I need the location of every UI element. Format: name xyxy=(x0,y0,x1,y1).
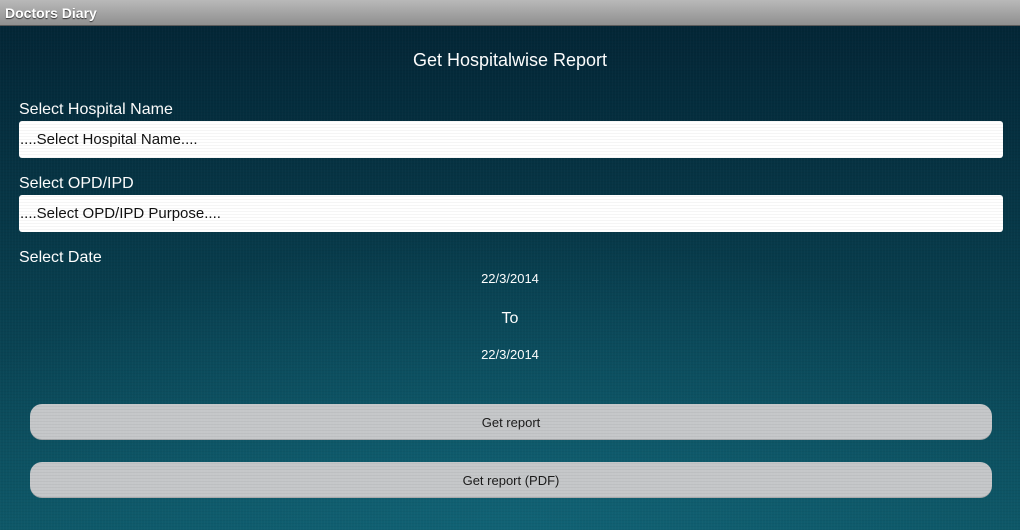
opd-ipd-select-value: ....Select OPD/IPD Purpose.... xyxy=(20,205,221,222)
app-title: Doctors Diary xyxy=(5,5,97,21)
hospital-label: Select Hospital Name xyxy=(19,101,173,118)
date-label: Select Date xyxy=(19,249,102,266)
opd-ipd-label: Select OPD/IPD xyxy=(19,175,134,192)
title-bar: Doctors Diary xyxy=(0,0,1020,26)
get-report-pdf-button[interactable]: Get report (PDF) xyxy=(30,462,992,498)
get-report-button[interactable]: Get report xyxy=(30,404,992,440)
page-title: Get Hospitalwise Report xyxy=(412,50,608,70)
hospital-select[interactable]: ....Select Hospital Name.... xyxy=(19,121,1003,158)
from-date[interactable]: 22/3/2014 xyxy=(0,271,1020,286)
date-separator: To xyxy=(501,310,519,327)
app-window: Doctors Diary Get Hospitalwise Report Se… xyxy=(0,0,1020,530)
hospital-select-value: ....Select Hospital Name.... xyxy=(20,131,198,148)
to-date[interactable]: 22/3/2014 xyxy=(0,347,1020,362)
report-form: Get Hospitalwise Report Select Hospital … xyxy=(0,26,1020,530)
opd-ipd-select[interactable]: ....Select OPD/IPD Purpose.... xyxy=(19,195,1003,232)
